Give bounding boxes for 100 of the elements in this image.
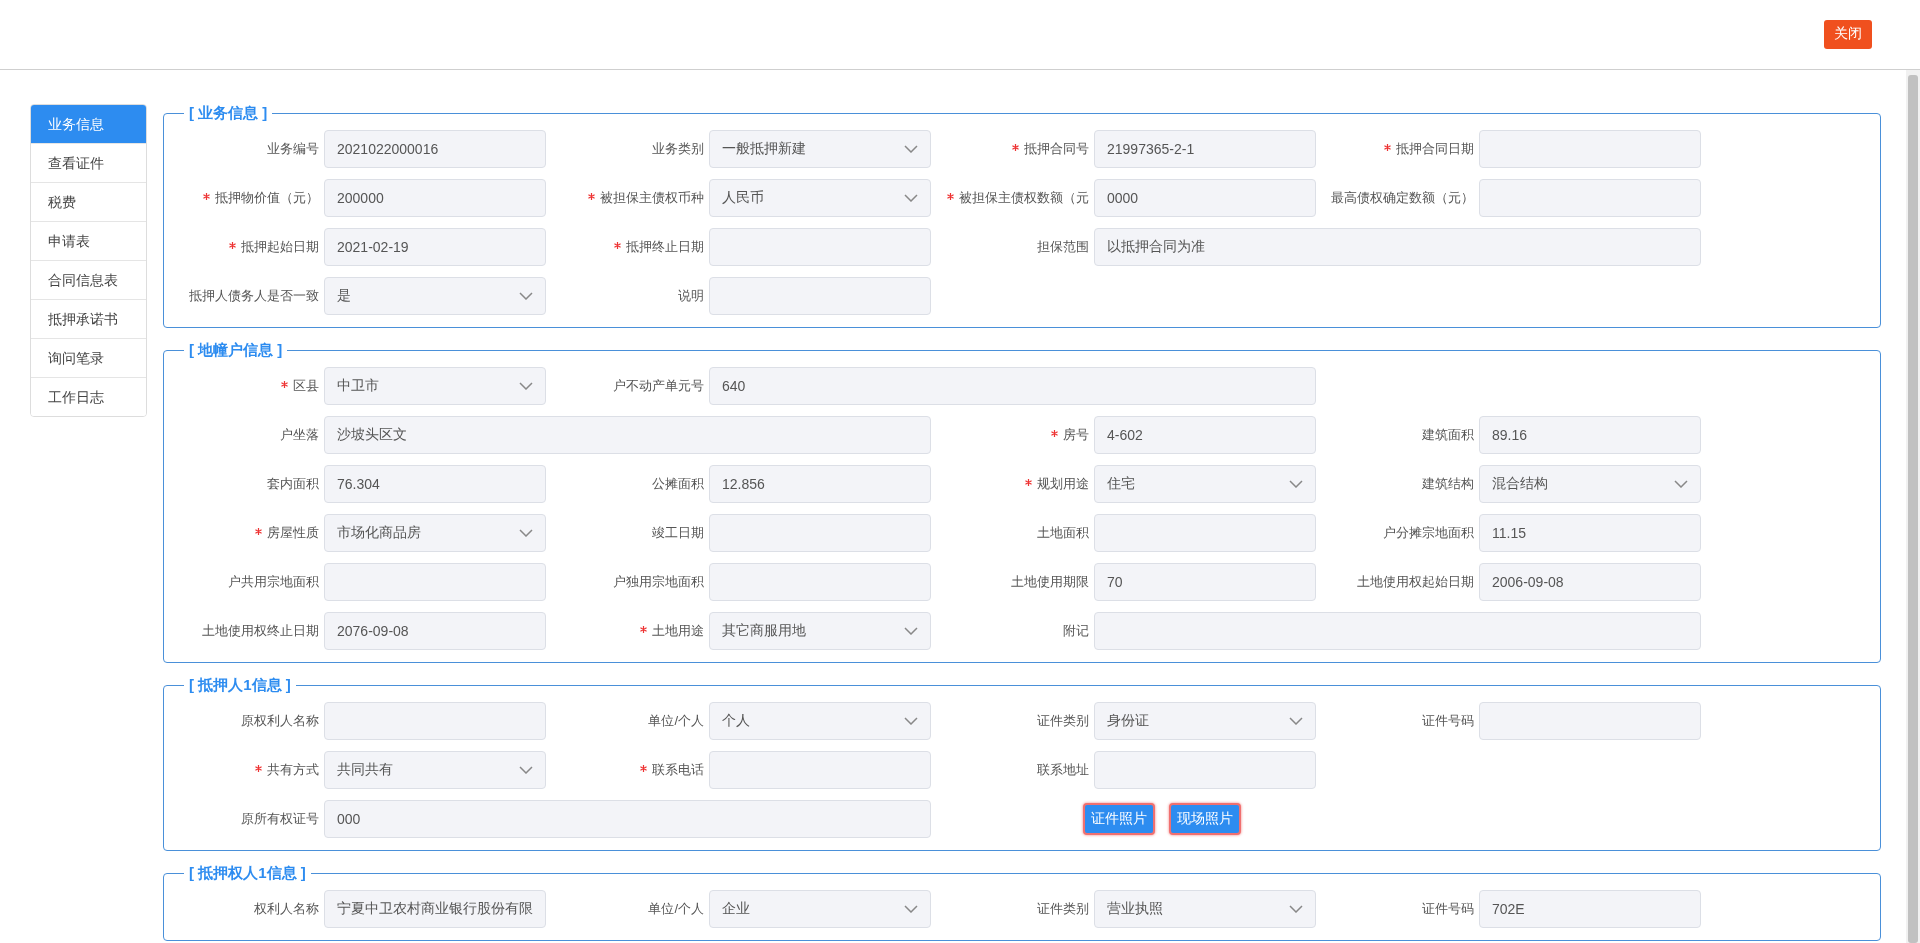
- input-field[interactable]: 70: [1094, 563, 1316, 601]
- input-field[interactable]: 11.15: [1479, 514, 1701, 552]
- input-field[interactable]: 2076-09-08: [324, 612, 546, 650]
- dropdown-field[interactable]: 身份证: [1094, 702, 1316, 740]
- asterisk-icon: [1025, 479, 1032, 486]
- input-field[interactable]: [1094, 612, 1701, 650]
- input-field[interactable]: 89.16: [1479, 416, 1701, 454]
- input-field[interactable]: 沙坡头区文: [324, 416, 931, 454]
- dropdown-field[interactable]: 营业执照: [1094, 890, 1316, 928]
- asterisk-icon: [203, 193, 210, 200]
- dropdown-field[interactable]: 企业: [709, 890, 931, 928]
- input-field[interactable]: [1479, 702, 1701, 740]
- field-label: 联系地址: [1037, 761, 1089, 779]
- chevron-down-icon: [519, 292, 533, 300]
- input-field[interactable]: [1479, 130, 1701, 168]
- field-label: 原所有权证号: [241, 810, 319, 828]
- chevron-down-icon: [904, 905, 918, 913]
- input-field[interactable]: 76.304: [324, 465, 546, 503]
- input-field[interactable]: [709, 277, 931, 315]
- field-label: 权利人名称: [254, 900, 319, 918]
- field-label: 抵押起始日期: [241, 238, 319, 256]
- asterisk-icon: [640, 626, 647, 633]
- field-label: 户坐落: [280, 426, 319, 444]
- asterisk-icon: [640, 765, 647, 772]
- field-label: 业务编号: [267, 140, 319, 158]
- field-label: 联系电话: [652, 761, 704, 779]
- field-label: 规划用途: [1037, 475, 1089, 493]
- field-label: 户独用宗地面积: [613, 573, 704, 591]
- input-field[interactable]: 702E: [1479, 890, 1701, 928]
- field-label: 单位/个人: [648, 900, 704, 918]
- dropdown-field[interactable]: 其它商服用地: [709, 612, 931, 650]
- dropdown-field[interactable]: 个人: [709, 702, 931, 740]
- scrollbar[interactable]: [1906, 70, 1920, 943]
- chevron-down-icon: [519, 529, 533, 537]
- field-label: 单位/个人: [648, 712, 704, 730]
- dropdown-field[interactable]: 人民币: [709, 179, 931, 217]
- input-field[interactable]: 2021-02-19: [324, 228, 546, 266]
- dropdown-field[interactable]: 市场化商品房: [324, 514, 546, 552]
- input-field[interactable]: 200000: [324, 179, 546, 217]
- input-field[interactable]: [1479, 179, 1701, 217]
- asterisk-icon: [229, 242, 236, 249]
- input-field[interactable]: 以抵押合同为准: [1094, 228, 1701, 266]
- field-label: 户不动产单元号: [613, 377, 704, 395]
- field-label: 抵押人债务人是否一致: [189, 287, 319, 305]
- asterisk-icon: [1012, 144, 1019, 151]
- field-label: 抵押物价值（元）: [215, 189, 319, 207]
- dropdown-field[interactable]: 混合结构: [1479, 465, 1701, 503]
- section-title: [ 业务信息 ]: [184, 103, 273, 123]
- chevron-down-icon: [904, 627, 918, 635]
- input-field[interactable]: 0000: [1094, 179, 1316, 217]
- chevron-down-icon: [519, 382, 533, 390]
- asterisk-icon: [1051, 430, 1058, 437]
- field-label: 被担保主债权币种: [600, 189, 704, 207]
- field-label: 证件类别: [1037, 900, 1089, 918]
- field-label: 原权利人名称: [241, 712, 319, 730]
- dropdown-field[interactable]: 共同共有: [324, 751, 546, 789]
- input-field[interactable]: [709, 514, 931, 552]
- chevron-down-icon: [904, 717, 918, 725]
- section-title: [ 抵押权人1信息 ]: [184, 863, 311, 883]
- input-field[interactable]: [709, 228, 931, 266]
- input-field[interactable]: 000: [324, 800, 931, 838]
- input-field[interactable]: 640: [709, 367, 1316, 405]
- dropdown-field[interactable]: 住宅: [1094, 465, 1316, 503]
- section-title: [ 抵押人1信息 ]: [184, 675, 296, 695]
- asterisk-icon: [947, 193, 954, 200]
- input-field[interactable]: [324, 702, 546, 740]
- field-label: 户共用宗地面积: [228, 573, 319, 591]
- field-label: 抵押合同号: [1024, 140, 1089, 158]
- scrollbar-thumb[interactable]: [1908, 75, 1918, 943]
- input-field[interactable]: 21997365-2-1: [1094, 130, 1316, 168]
- input-field[interactable]: [1094, 751, 1316, 789]
- dropdown-field[interactable]: 一般抵押新建: [709, 130, 931, 168]
- field-label: 套内面积: [267, 475, 319, 493]
- field-label: 被担保主债权数额（元: [959, 189, 1089, 207]
- input-field[interactable]: 12.856: [709, 465, 931, 503]
- input-field[interactable]: 宁夏中卫农村商业银行股份有限: [324, 890, 546, 928]
- section-title: [ 地幢户信息 ]: [184, 340, 288, 360]
- input-field[interactable]: 4-602: [1094, 416, 1316, 454]
- dropdown-field[interactable]: 是: [324, 277, 546, 315]
- field-label: 公摊面积: [652, 475, 704, 493]
- field-label: 抵押终止日期: [626, 238, 704, 256]
- chevron-down-icon: [519, 766, 533, 774]
- field-label: 土地面积: [1037, 524, 1089, 542]
- input-field[interactable]: [709, 751, 931, 789]
- asterisk-icon: [255, 765, 262, 772]
- field-label: 担保范围: [1037, 238, 1089, 256]
- input-field[interactable]: [709, 563, 931, 601]
- input-field[interactable]: [1094, 514, 1316, 552]
- input-field[interactable]: [324, 563, 546, 601]
- field-label: 土地使用期限: [1011, 573, 1089, 591]
- sidebar-item[interactable]: 工作日志: [31, 377, 146, 416]
- chevron-down-icon: [1289, 717, 1303, 725]
- input-field[interactable]: 2021022000016: [324, 130, 546, 168]
- field-label: 区县: [293, 377, 319, 395]
- dropdown-field[interactable]: 中卫市: [324, 367, 546, 405]
- asterisk-icon: [614, 242, 621, 249]
- close-button[interactable]: 关闭: [1824, 19, 1872, 49]
- chevron-down-icon: [904, 194, 918, 202]
- input-field[interactable]: 2006-09-08: [1479, 563, 1701, 601]
- asterisk-icon: [1384, 144, 1391, 151]
